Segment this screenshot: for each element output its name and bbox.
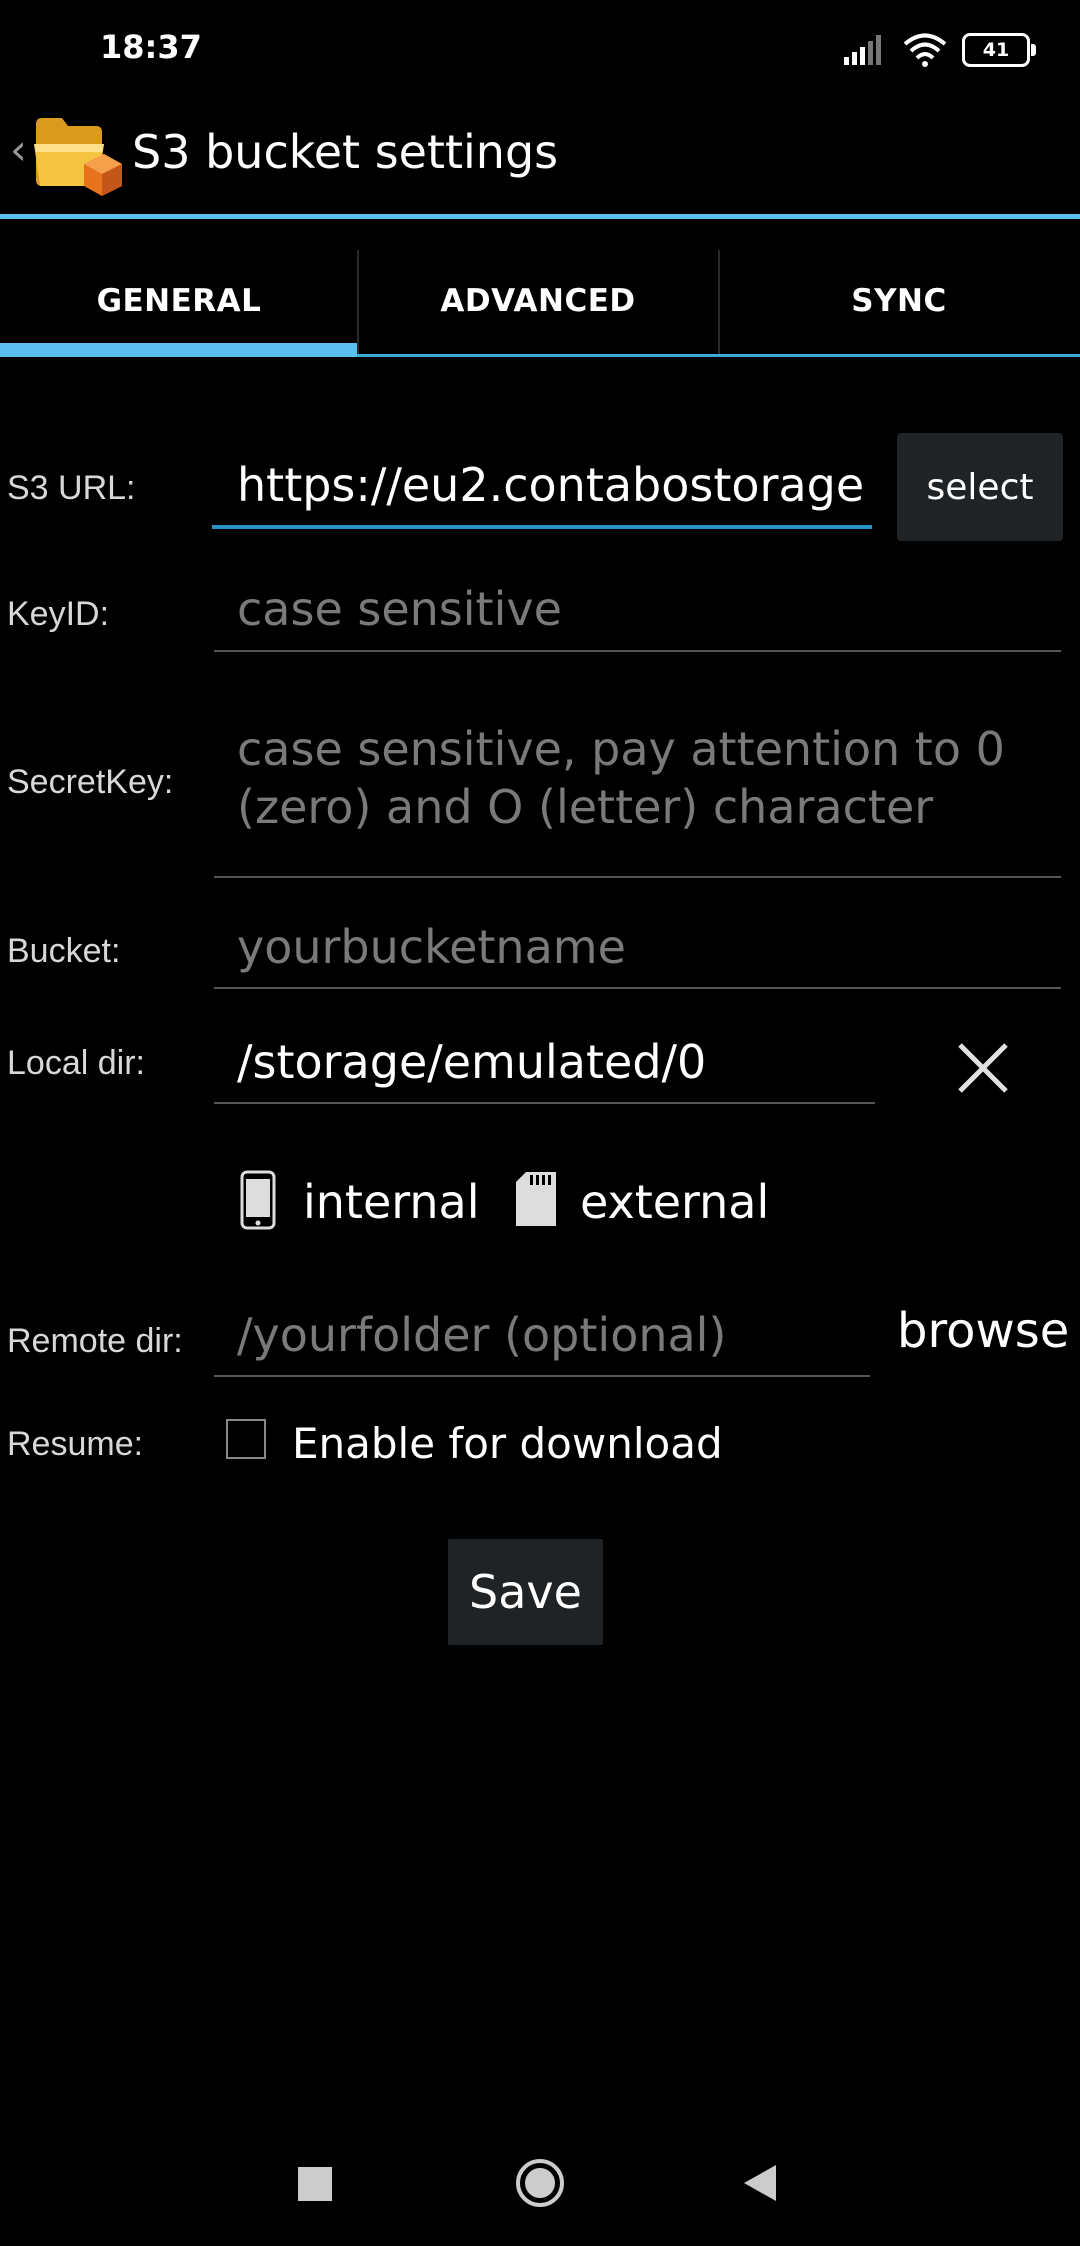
resume-checkbox[interactable] (226, 1419, 266, 1459)
page-title: S3 bucket settings (132, 125, 559, 179)
tab-selected-indicator (0, 343, 357, 357)
secret-key-placeholder-line1[interactable]: case sensitive, pay attention to 0 (237, 722, 1005, 776)
recents-nav-icon[interactable] (298, 2167, 332, 2201)
back-nav-icon[interactable] (742, 2163, 778, 2203)
tab-general[interactable]: GENERAL (0, 246, 358, 356)
s3-url-input[interactable]: https://eu2.contabostorage (237, 458, 867, 512)
save-button[interactable]: Save (448, 1539, 603, 1645)
bucket-label: Bucket: (7, 932, 121, 970)
home-nav-icon[interactable] (514, 2157, 566, 2209)
wifi-icon (903, 33, 947, 67)
close-icon[interactable] (956, 1041, 1010, 1095)
tab-sync[interactable]: SYNC (720, 246, 1078, 356)
local-dir-input[interactable]: /storage/emulated/0 (237, 1035, 706, 1089)
remote-dir-underline (214, 1375, 870, 1377)
tab-advanced[interactable]: ADVANCED (359, 246, 717, 356)
key-id-input[interactable]: case sensitive (237, 582, 562, 636)
bucket-input[interactable]: yourbucketname (237, 920, 626, 974)
select-button[interactable]: select (897, 433, 1063, 541)
remote-dir-label: Remote dir: (7, 1322, 183, 1360)
tab-underline (357, 354, 1080, 357)
folder-app-icon[interactable] (32, 108, 124, 198)
remote-dir-input[interactable]: /yourfolder (optional) (237, 1308, 726, 1362)
status-icons: 41 (844, 30, 1036, 70)
external-option[interactable]: external (580, 1175, 769, 1229)
back-chevron-icon[interactable]: ‹ (10, 125, 27, 174)
local-dir-underline (214, 1102, 875, 1104)
resume-checkbox-label[interactable]: Enable for download (292, 1419, 723, 1468)
s3-url-underline (212, 525, 872, 529)
key-id-label: KeyID: (7, 595, 110, 633)
resume-label: Resume: (7, 1425, 144, 1463)
local-dir-label: Local dir: (7, 1044, 145, 1082)
status-time: 18:37 (100, 28, 202, 66)
s3-url-label: S3 URL: (7, 469, 136, 507)
secret-key-label: SecretKey: (7, 763, 174, 801)
phone-icon[interactable] (240, 1170, 276, 1230)
secret-key-underline (214, 876, 1061, 878)
action-bar-divider (0, 214, 1080, 219)
secret-key-placeholder-line2[interactable]: (zero) and O (letter) character (237, 780, 933, 834)
battery-icon: 41 (962, 33, 1036, 67)
battery-level: 41 (982, 39, 1010, 61)
bucket-underline (214, 987, 1061, 989)
key-id-underline (214, 650, 1061, 652)
signal-icon (844, 35, 881, 65)
browse-button[interactable]: browse (897, 1303, 1069, 1359)
sd-card-icon[interactable] (516, 1172, 556, 1226)
internal-option[interactable]: internal (303, 1175, 480, 1229)
